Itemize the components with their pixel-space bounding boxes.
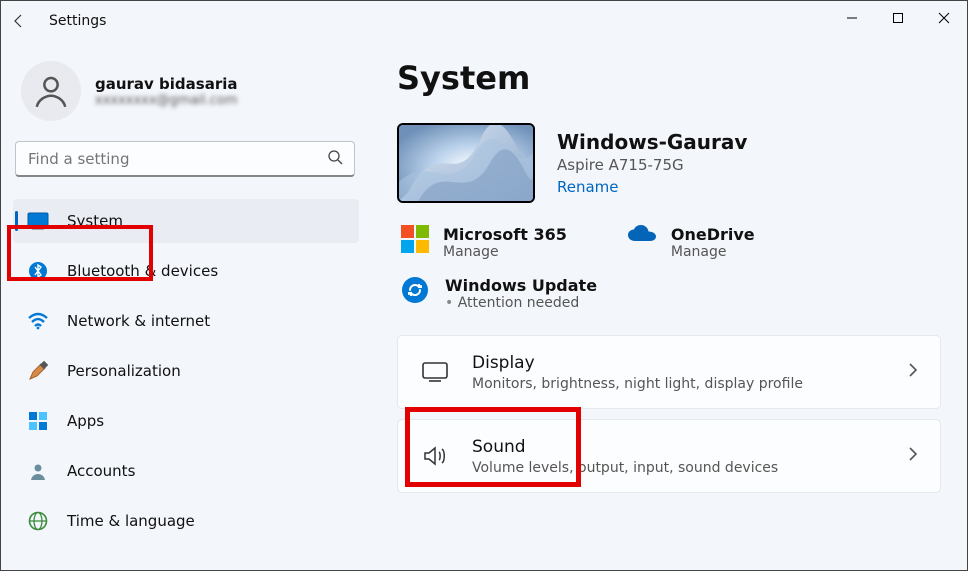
sidebar-item-network[interactable]: Network & internet bbox=[13, 299, 359, 343]
window-controls bbox=[829, 3, 967, 33]
bluetooth-icon bbox=[27, 260, 49, 282]
profile-email: xxxxxxxx@gmail.com bbox=[95, 93, 238, 108]
minimize-button[interactable] bbox=[829, 3, 875, 33]
update-icon bbox=[401, 276, 431, 306]
profile-card[interactable]: gaurav bidasaria xxxxxxxx@gmail.com bbox=[13, 55, 359, 141]
service-subtitle: Manage bbox=[671, 244, 755, 260]
main-content: System bbox=[371, 41, 967, 570]
chevron-right-icon bbox=[908, 446, 918, 466]
settings-cards: Display Monitors, brightness, night ligh… bbox=[397, 335, 941, 493]
paintbrush-icon bbox=[27, 360, 49, 382]
maximize-button[interactable] bbox=[875, 3, 921, 33]
card-title: Sound bbox=[472, 437, 778, 457]
sidebar-item-label: Network & internet bbox=[67, 312, 210, 330]
sidebar-item-apps[interactable]: Apps bbox=[13, 399, 359, 443]
onedrive-card[interactable]: OneDrive Manage bbox=[627, 225, 755, 260]
system-icon bbox=[27, 210, 49, 232]
display-icon bbox=[420, 357, 450, 387]
sidebar-item-bluetooth[interactable]: Bluetooth & devices bbox=[13, 249, 359, 293]
accounts-icon bbox=[27, 460, 49, 482]
profile-name: gaurav bidasaria bbox=[95, 75, 238, 93]
globe-clock-icon bbox=[27, 510, 49, 532]
wallpaper-icon bbox=[399, 125, 533, 201]
update-subtitle: Attention needed bbox=[445, 295, 597, 311]
update-title: Windows Update bbox=[445, 276, 597, 295]
rename-link[interactable]: Rename bbox=[557, 178, 747, 196]
sidebar-item-accounts[interactable]: Accounts bbox=[13, 449, 359, 493]
close-button[interactable] bbox=[921, 3, 967, 33]
window-title: Settings bbox=[49, 13, 106, 29]
search-icon bbox=[327, 149, 343, 169]
sidebar-item-personalization[interactable]: Personalization bbox=[13, 349, 359, 393]
microsoft-365-card[interactable]: Microsoft 365 Manage bbox=[401, 225, 567, 260]
service-title: Microsoft 365 bbox=[443, 225, 567, 244]
titlebar: Settings bbox=[1, 1, 967, 41]
service-subtitle: Manage bbox=[443, 244, 567, 260]
settings-card-sound[interactable]: Sound Volume levels, output, input, soun… bbox=[397, 419, 941, 493]
chevron-right-icon bbox=[908, 362, 918, 382]
sound-icon bbox=[420, 441, 450, 471]
microsoft-365-icon bbox=[401, 225, 429, 253]
avatar bbox=[21, 61, 81, 121]
user-icon bbox=[32, 72, 70, 110]
back-button[interactable] bbox=[9, 11, 29, 31]
onedrive-icon bbox=[627, 225, 657, 255]
page-title: System bbox=[397, 59, 941, 97]
settings-window: Settings gaurav bidasaria xxxxxxxx@gmail… bbox=[0, 0, 968, 571]
sidebar-item-label: Apps bbox=[67, 412, 104, 430]
services-row: Microsoft 365 Manage OneDrive Manage bbox=[397, 225, 941, 260]
device-info-row: Windows-Gaurav Aspire A715-75G Rename bbox=[397, 123, 941, 203]
search-input[interactable] bbox=[15, 141, 355, 177]
sidebar: gaurav bidasaria xxxxxxxx@gmail.com Syst… bbox=[1, 41, 371, 570]
settings-card-display[interactable]: Display Monitors, brightness, night ligh… bbox=[397, 335, 941, 409]
nav-list: System Bluetooth & devices Network & int… bbox=[13, 199, 359, 543]
search-box[interactable] bbox=[15, 141, 355, 177]
sidebar-item-label: Time & language bbox=[67, 512, 195, 530]
apps-icon bbox=[27, 410, 49, 432]
service-title: OneDrive bbox=[671, 225, 755, 244]
sidebar-item-label: System bbox=[67, 212, 123, 230]
sidebar-item-label: Bluetooth & devices bbox=[67, 262, 218, 280]
sidebar-item-system[interactable]: System bbox=[13, 199, 359, 243]
windows-update-card[interactable]: Windows Update Attention needed bbox=[397, 276, 941, 311]
card-subtitle: Monitors, brightness, night light, displ… bbox=[472, 376, 803, 392]
sidebar-item-label: Personalization bbox=[67, 362, 181, 380]
sidebar-item-label: Accounts bbox=[67, 462, 135, 480]
wifi-icon bbox=[27, 310, 49, 332]
device-thumbnail[interactable] bbox=[397, 123, 535, 203]
device-model: Aspire A715-75G bbox=[557, 156, 747, 174]
card-title: Display bbox=[472, 353, 803, 373]
device-name: Windows-Gaurav bbox=[557, 130, 747, 154]
sidebar-item-time-language[interactable]: Time & language bbox=[13, 499, 359, 543]
card-subtitle: Volume levels, output, input, sound devi… bbox=[472, 460, 778, 476]
